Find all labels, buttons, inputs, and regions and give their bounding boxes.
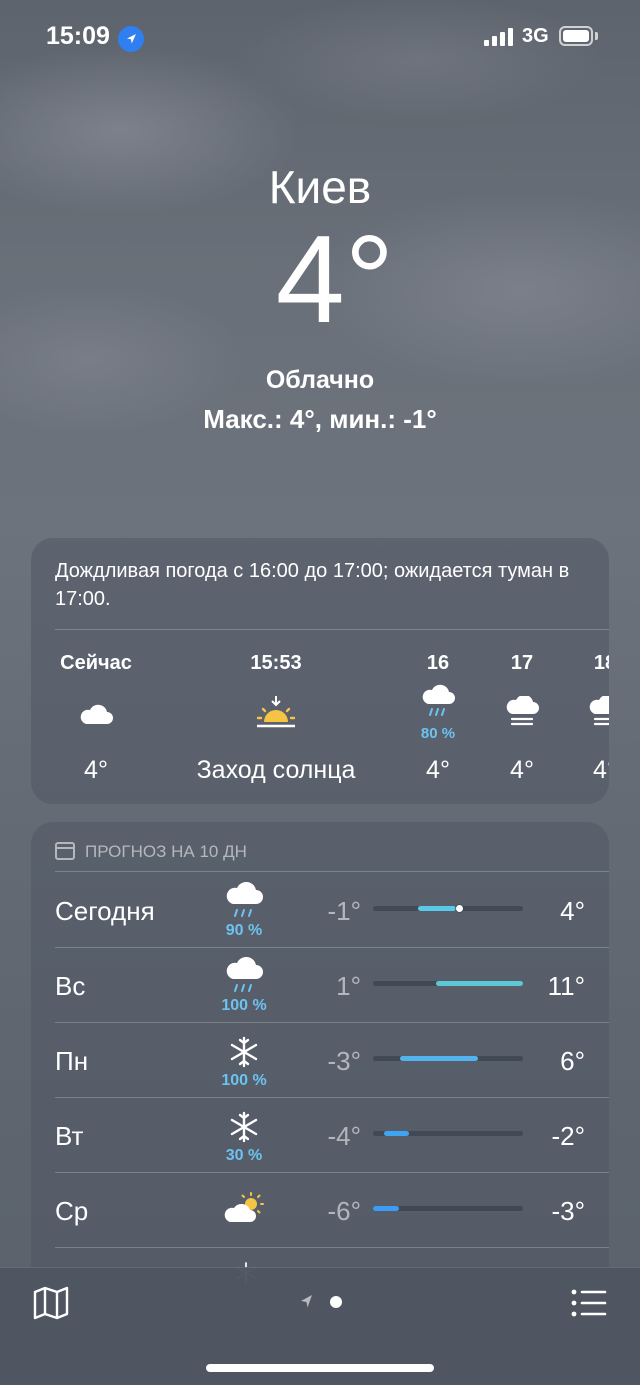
- day-row[interactable]: Вт 30 % -4° -2°: [31, 1097, 609, 1172]
- hour-label: 18: [593, 652, 609, 674]
- sunset-label: Заход солнца: [196, 756, 356, 784]
- day-high-temp: -3°: [551, 1196, 585, 1226]
- hour-item: Сейчас 4°: [31, 538, 161, 804]
- day-precip-chance: 90 %: [225, 922, 263, 939]
- temperature-range-fill: [436, 981, 523, 986]
- day-name: Вт: [55, 1121, 84, 1151]
- home-indicator[interactable]: [206, 1364, 434, 1372]
- city-name: Киев: [268, 161, 372, 213]
- daily-forecast-card[interactable]: ПРОГНОЗ НА 10 ДН Сегодня 90 % -1° 4° Вс: [31, 822, 609, 1292]
- temperature-range-bar: [373, 1056, 523, 1061]
- snowflake-icon: [223, 1107, 265, 1147]
- hour-item: 15:53 Заход солнца: [161, 538, 391, 804]
- bottom-toolbar: [0, 1267, 640, 1385]
- hourly-forecast-card[interactable]: Дождливая погода с 16:00 до 17:00; ожида…: [31, 538, 609, 804]
- day-row[interactable]: Вс 100 % 1° 11°: [31, 947, 609, 1022]
- day-high-temp: 4°: [560, 896, 585, 926]
- hour-label: Сейчас: [60, 652, 132, 674]
- daily-forecast-title: ПРОГНОЗ НА 10 ДН: [85, 842, 247, 861]
- day-low-temp: -6°: [327, 1196, 361, 1226]
- hour-temp: 4°: [510, 756, 534, 784]
- page-indicator[interactable]: [298, 1292, 348, 1312]
- cloud-icon: [77, 702, 115, 731]
- cloud-rain-icon: [223, 956, 265, 997]
- hour-temp: 4°: [593, 756, 609, 784]
- day-name: Вс: [55, 971, 86, 1001]
- high-low-temperature: Макс.: 4°, мин.: -1°: [203, 404, 437, 434]
- temperature-range-fill: [400, 1056, 478, 1061]
- cloud-rain-icon: [223, 881, 265, 922]
- day-high-temp: -2°: [551, 1121, 585, 1151]
- calendar-icon: [55, 842, 75, 860]
- temperature-range-bar: [373, 1131, 523, 1136]
- day-low-temp: -1°: [327, 896, 361, 926]
- signal-icon: [484, 28, 516, 46]
- hour-item: 16 80 % 4°: [407, 538, 469, 804]
- day-name: Сегодня: [55, 896, 155, 926]
- hour-label: 16: [426, 652, 450, 674]
- network-type: 3G: [522, 25, 549, 47]
- map-icon[interactable]: [32, 1286, 70, 1320]
- hour-label: 15:53: [250, 652, 302, 674]
- temperature-range-fill: [418, 906, 456, 911]
- temperature-range-fill: [383, 1131, 409, 1136]
- day-name: Ср: [55, 1196, 89, 1226]
- day-low-temp: 1°: [336, 971, 361, 1001]
- cloud-fog-icon: [586, 694, 609, 735]
- battery-icon: [559, 26, 593, 46]
- snowflake-icon: [223, 1032, 265, 1072]
- temperature-range-fill: [373, 1206, 399, 1211]
- day-low-temp: -3°: [327, 1046, 361, 1076]
- hour-temp: 4°: [426, 756, 450, 784]
- hour-temp: 4°: [84, 756, 108, 784]
- day-row[interactable]: Ср -6° -3°: [31, 1172, 609, 1247]
- day-row[interactable]: Сегодня 90 % -1° 4°: [31, 872, 609, 947]
- day-low-temp: -4°: [327, 1121, 361, 1151]
- day-high-temp: 11°: [547, 971, 585, 1001]
- status-bar: 15:09 3G: [0, 0, 640, 80]
- temperature-range-bar: [373, 981, 523, 986]
- day-name: Пн: [55, 1046, 89, 1076]
- sunset-icon: [255, 694, 297, 735]
- current-temperature: 4°: [275, 211, 395, 349]
- day-high-temp: 6°: [560, 1046, 585, 1076]
- current-temp-dot: [455, 905, 463, 912]
- current-condition: Облачно: [265, 366, 375, 394]
- day-precip-chance: 30 %: [225, 1147, 263, 1164]
- status-time: 15:09: [46, 22, 110, 50]
- cloud-rain-icon: [419, 684, 457, 725]
- hour-item: 17 4°: [491, 538, 553, 804]
- day-precip-chance: 100 %: [221, 997, 267, 1014]
- divider: [55, 1247, 609, 1248]
- sun-cloud-icon: [223, 1192, 265, 1232]
- hour-label: 17: [510, 652, 534, 674]
- list-icon[interactable]: [570, 1288, 608, 1318]
- location-arrow-icon: [118, 26, 144, 52]
- day-precip-chance: 100 %: [221, 1072, 267, 1089]
- temperature-range-bar: [373, 905, 523, 912]
- temperature-range-bar: [373, 1206, 523, 1211]
- cloud-fog-icon: [503, 694, 541, 735]
- hour-item: 18 4°: [574, 538, 609, 804]
- day-row[interactable]: Пн 100 % -3° 6°: [31, 1022, 609, 1097]
- hour-precip-chance: 80 %: [420, 725, 456, 742]
